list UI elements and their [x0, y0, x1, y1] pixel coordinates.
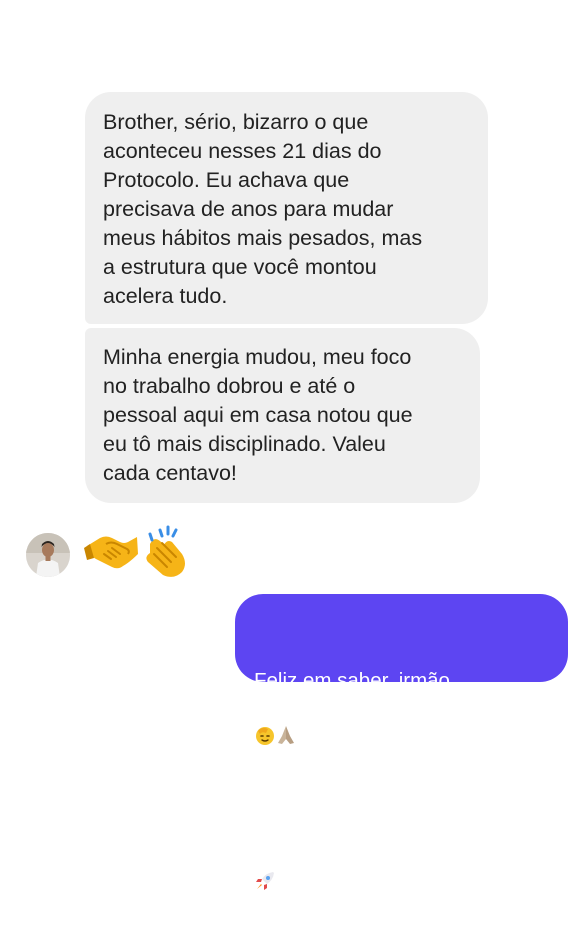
outgoing-line-2-text: Pra cimaaa	[254, 815, 358, 838]
handshake-emoji	[84, 536, 138, 569]
rocket-icon	[254, 841, 276, 900]
outgoing-line-2: Pra cimaaa	[254, 783, 558, 900]
avatar[interactable]	[26, 533, 70, 577]
clapping-hands-emoji	[146, 525, 185, 577]
outgoing-message: Feliz em saber, irmão Pra cimaaa	[235, 594, 568, 890]
salute-face-icon	[254, 695, 276, 754]
folded-hands-icon	[276, 695, 296, 754]
incoming-message-2: Minha energia mudou, meu foco no trabalh…	[85, 328, 480, 503]
outgoing-line-1-text: Feliz em saber, irmão	[254, 669, 450, 692]
reaction-emojis	[84, 524, 194, 580]
avatar-photo	[26, 533, 70, 577]
incoming-message-1: Brother, sério, bizarro o que aconteceu …	[85, 92, 488, 324]
outgoing-line-1: Feliz em saber, irmão	[254, 637, 558, 754]
